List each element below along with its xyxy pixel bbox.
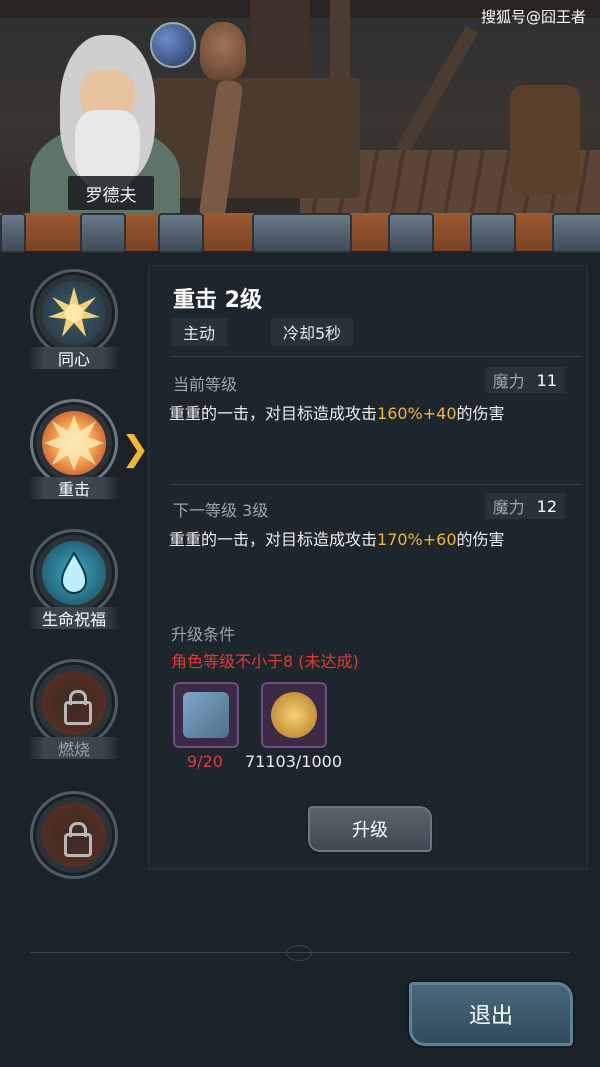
mana-label: 魔力 <box>492 498 525 517</box>
divider-ornament-icon <box>286 945 312 961</box>
upgrade-button[interactable]: 升级 <box>306 804 434 854</box>
map-scroll-icon <box>183 692 229 738</box>
material-map-scroll[interactable] <box>173 682 239 748</box>
border-strip <box>0 213 600 254</box>
skill-label: 同心 <box>28 347 120 369</box>
mana-value: 11 <box>536 370 557 390</box>
divider <box>171 356 581 357</box>
skill-title: 重击 2级 <box>173 288 262 313</box>
material-count: 71103/1000 <box>245 752 343 771</box>
next-mana-cost: 魔力 12 <box>484 493 565 519</box>
requirement-title: 升级条件 <box>171 625 236 644</box>
droplet-icon <box>42 541 106 605</box>
desk <box>150 78 360 198</box>
skill-detail-panel: 重击 2级 主动 冷却5秒 当前等级 魔力 11 重重的一击，对目标造成攻击16… <box>148 265 588 870</box>
character-name: 罗德夫 <box>68 176 154 210</box>
watermark: 搜狐号@囧王者 <box>480 8 586 26</box>
skill-list: 同心 重击 ❯ 生命祝福 燃烧 <box>0 251 150 879</box>
skill-type-tag: 主动 <box>171 318 228 346</box>
owl-icon <box>200 22 246 80</box>
skill-label: 燃烧 <box>28 737 120 759</box>
next-description: 重重的一击，对目标造成攻击170%+60的伤害 <box>169 530 505 549</box>
current-mana-cost: 魔力 11 <box>484 367 565 393</box>
hero-scene: 罗德夫 搜狐号@囧王者 <box>0 0 600 225</box>
exit-button[interactable]: 退出 <box>407 980 575 1048</box>
burst-icon <box>42 411 106 475</box>
mana-label: 魔力 <box>492 372 525 391</box>
cooldown-tag: 冷却5秒 <box>271 318 354 346</box>
selected-arrow-icon: ❯ <box>121 429 150 469</box>
sun-icon <box>42 281 106 345</box>
current-level-label: 当前等级 <box>173 375 238 394</box>
current-description: 重重的一击，对目标造成攻击160%+40的伤害 <box>169 404 505 423</box>
material-count: 9/20 <box>187 752 223 771</box>
skill-label: 重击 <box>28 477 120 499</box>
gold-coin-icon <box>271 692 317 738</box>
divider <box>171 484 581 485</box>
chair-back <box>250 0 310 80</box>
skill-label: 生命祝福 <box>28 607 120 629</box>
requirement-text: 角色等级不小于8 (未达成) <box>171 652 359 671</box>
next-level-label: 下一等级 3级 <box>173 501 269 520</box>
mana-value: 12 <box>536 496 557 516</box>
material-gold-coin[interactable] <box>261 682 327 748</box>
lock-icon <box>42 803 106 867</box>
barrel <box>510 85 580 195</box>
roof-beam <box>395 25 479 155</box>
lock-icon <box>42 671 106 735</box>
